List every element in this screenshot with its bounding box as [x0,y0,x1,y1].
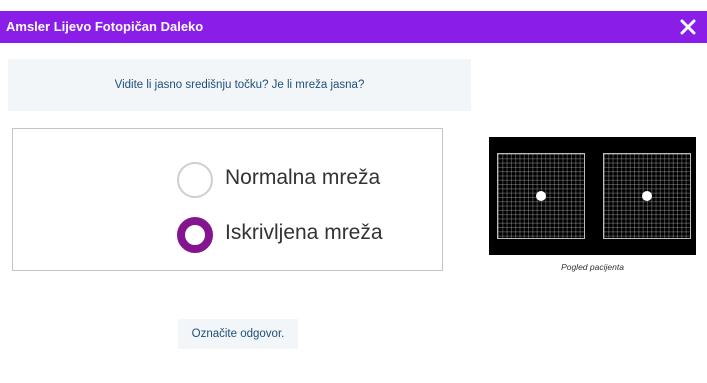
amsler-test-window: Amsler Lijevo Fotopičan Daleko Vidite li… [0,0,707,383]
question-panel: Vidite li jasno središnju točku? Je li m… [8,59,471,111]
radio-unselected-icon[interactable] [177,162,213,198]
option-label: Normalna mreža [225,166,381,189]
title-bar: Amsler Lijevo Fotopičan Daleko [0,11,707,43]
answer-options: Normalna mreža Iskrivljena mreža [12,128,443,271]
amsler-grid-left [497,153,585,239]
close-button[interactable] [675,14,701,40]
amsler-grid-right [603,153,691,239]
question-text: Vidite li jasno središnju točku? Je li m… [114,79,365,91]
center-dot-icon [536,191,546,201]
window-title: Amsler Lijevo Fotopičan Daleko [6,19,204,34]
patient-view-preview [489,137,696,255]
hint-panel: Označite odgovor. [178,319,298,349]
close-icon [680,19,696,35]
radio-selected-icon[interactable] [177,217,213,253]
option-label: Iskrivljena mreža [225,221,383,244]
preview-caption: Pogled pacijenta [561,262,624,272]
center-dot-icon [642,191,652,201]
hint-text: Označite odgovor. [191,328,285,340]
